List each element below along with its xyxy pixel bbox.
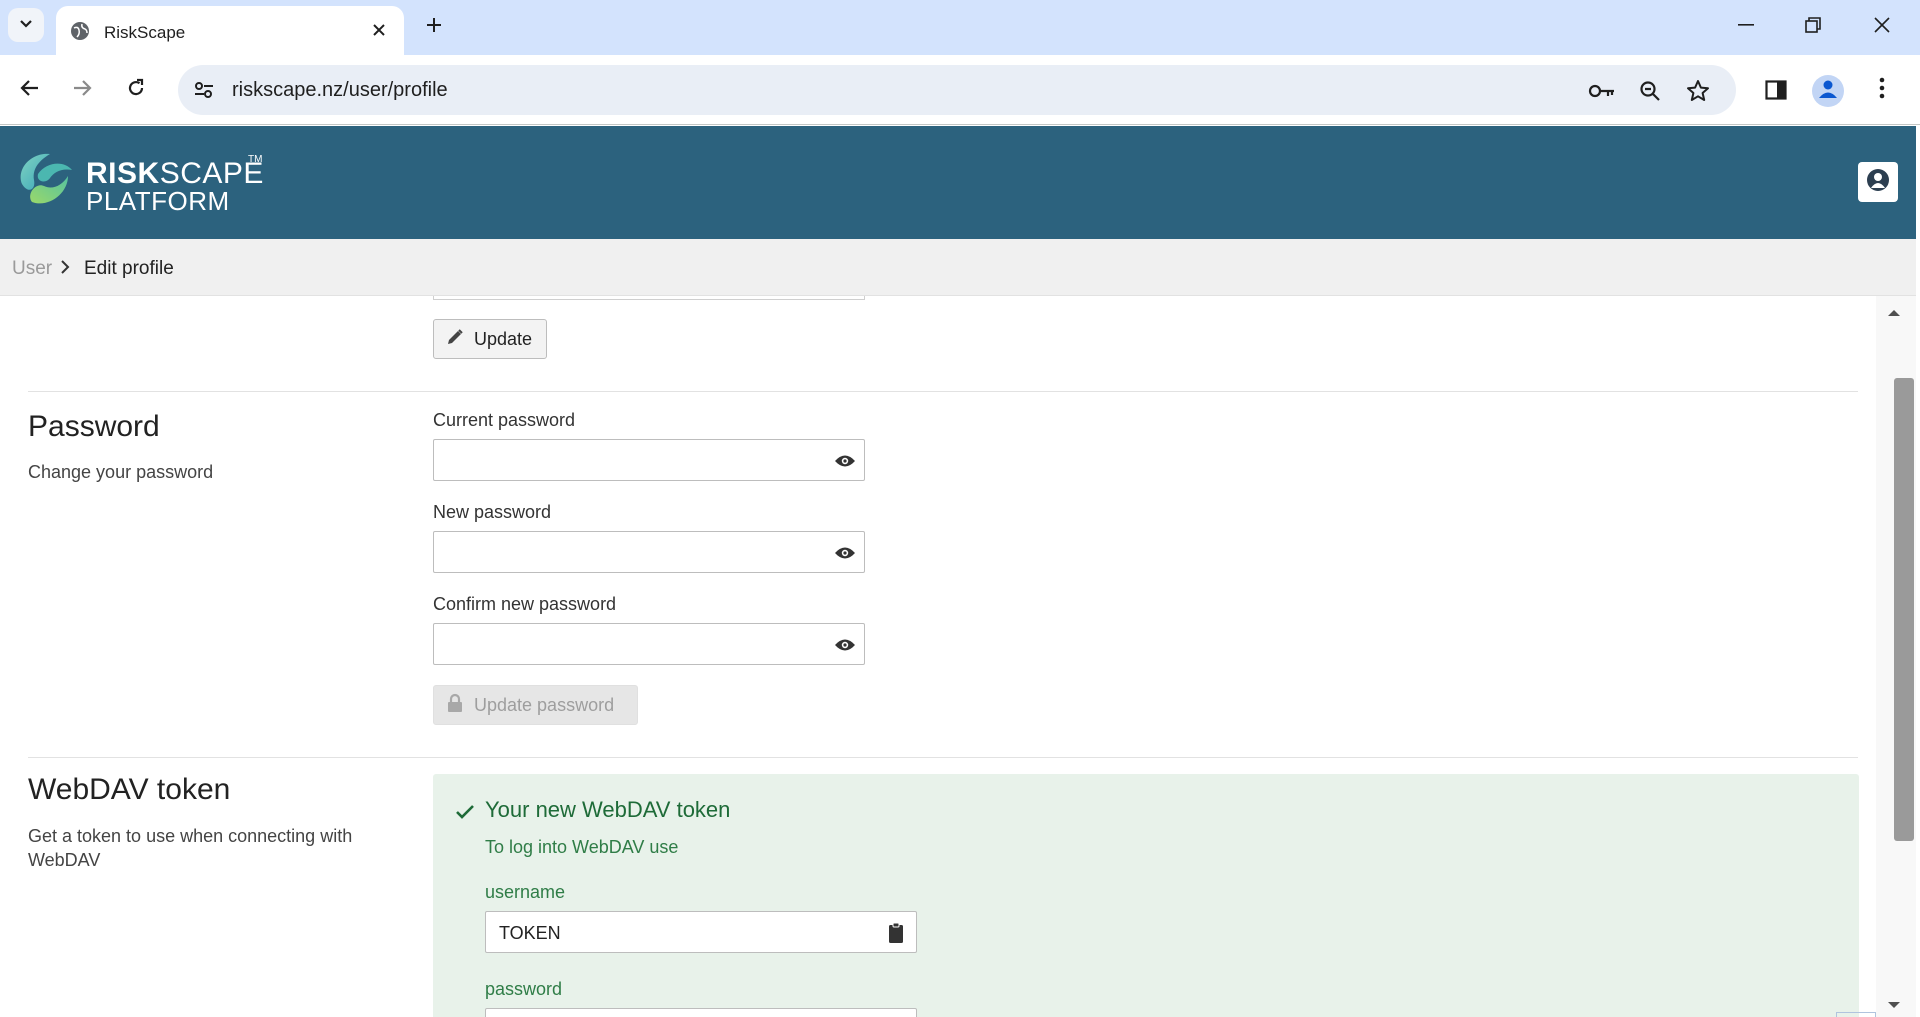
app-header: RISKSCAPE PLATFORM TM: [0, 126, 1916, 239]
zoom-out-icon[interactable]: [1636, 77, 1664, 105]
token-password-field[interactable]: [485, 1008, 917, 1017]
person-icon: [1817, 78, 1839, 105]
arrow-left-icon: [20, 79, 40, 102]
new-password-field[interactable]: [433, 531, 865, 573]
scrollbar-thumb[interactable]: [1894, 378, 1914, 841]
tab-search-button[interactable]: [8, 8, 44, 42]
new-tab-button[interactable]: [420, 13, 448, 41]
eye-icon[interactable]: [834, 635, 856, 655]
chevron-right-icon: [60, 259, 70, 280]
password-section-title: Password: [28, 410, 160, 443]
browser-tab-riskscape[interactable]: RiskScape: [56, 6, 404, 55]
section-divider: [28, 757, 1858, 758]
eye-icon[interactable]: [834, 451, 856, 471]
password-section-description: Change your password: [28, 462, 214, 482]
previous-field-edge: [433, 296, 865, 300]
user-menu-button[interactable]: [1858, 162, 1898, 202]
kebab-icon: [1879, 77, 1885, 104]
profile-avatar[interactable]: [1812, 75, 1844, 107]
token-username-field[interactable]: TOKEN: [485, 911, 917, 953]
token-instructions: To log into WebDAV use: [485, 837, 679, 857]
token-username-value: TOKEN: [499, 923, 561, 943]
breadcrumb: User Edit profile: [0, 239, 1916, 296]
globe-icon: [70, 21, 90, 46]
window-close-button[interactable]: [1862, 8, 1902, 42]
breadcrumb-user-link[interactable]: User: [12, 258, 52, 280]
webdav-section-title: WebDAV token: [28, 773, 231, 806]
clipboard-icon[interactable]: [886, 921, 906, 945]
address-bar[interactable]: riskscape.nz/user/profile: [178, 65, 1736, 115]
update-password-button[interactable]: Update password: [433, 685, 638, 725]
webdav-section-description: Get a token to use when connecting with …: [28, 826, 353, 870]
token-heading: Your new WebDAV token: [456, 797, 731, 823]
token-username-label: username: [485, 882, 566, 902]
resize-corner: [1836, 1012, 1876, 1017]
reload-button[interactable]: [116, 70, 156, 110]
side-panel-icon[interactable]: [1756, 70, 1796, 110]
chevron-down-icon: [19, 16, 33, 34]
eye-icon[interactable]: [834, 543, 856, 563]
update-password-label: Update password: [474, 694, 615, 715]
token-password-label: password: [485, 979, 563, 999]
browser-tab-strip: RiskScape: [0, 0, 1920, 55]
arrow-right-icon: [72, 79, 92, 102]
riskscape-logo[interactable]: RISKSCAPE PLATFORM TM: [12, 146, 282, 216]
profile-content: Update Password Change your password Cur…: [0, 296, 1876, 1017]
logo-trademark: TM: [248, 154, 263, 165]
confirm-password-field[interactable]: [433, 623, 865, 665]
minimize-button[interactable]: [1726, 8, 1766, 42]
restore-button[interactable]: [1793, 8, 1833, 42]
section-divider: [28, 391, 1858, 392]
update-profile-button[interactable]: Update: [433, 319, 548, 359]
scroll-down-arrow-icon[interactable]: [1887, 996, 1901, 1014]
token-heading-text: Your new WebDAV token: [485, 797, 731, 822]
scroll-up-arrow-icon[interactable]: [1887, 304, 1901, 322]
pencil-icon: [446, 328, 464, 351]
forward-button[interactable]: [62, 70, 102, 110]
plus-icon: [425, 16, 443, 39]
browser-menu-button[interactable]: [1862, 70, 1902, 110]
browser-toolbar: riskscape.nz/user/profile: [0, 55, 1920, 125]
webdav-token-panel: Your new WebDAV token To log into WebDAV…: [433, 774, 1859, 1017]
confirm-password-label: Confirm new password: [433, 594, 617, 614]
lock-icon: [446, 693, 464, 718]
reload-icon: [126, 78, 146, 103]
current-password-field[interactable]: [433, 439, 865, 481]
logo-mark-icon: [20, 153, 72, 204]
tune-icon[interactable]: [190, 77, 218, 103]
check-icon: [455, 800, 475, 826]
url-text: riskscape.nz/user/profile: [232, 79, 448, 101]
close-icon[interactable]: [368, 19, 390, 41]
tab-title: RiskScape: [104, 23, 186, 42]
current-password-label: Current password: [433, 410, 576, 430]
breadcrumb-current: Edit profile: [84, 258, 174, 279]
back-button[interactable]: [10, 70, 50, 110]
new-password-label: New password: [433, 502, 552, 522]
page-scrollbar[interactable]: [1876, 296, 1916, 1017]
update-label: Update: [474, 328, 533, 349]
logo-wordmark: RISKSCAPE PLATFORM: [86, 157, 264, 216]
key-icon[interactable]: [1588, 77, 1616, 105]
user-circle-icon: [1865, 167, 1891, 198]
star-icon[interactable]: [1684, 77, 1712, 105]
